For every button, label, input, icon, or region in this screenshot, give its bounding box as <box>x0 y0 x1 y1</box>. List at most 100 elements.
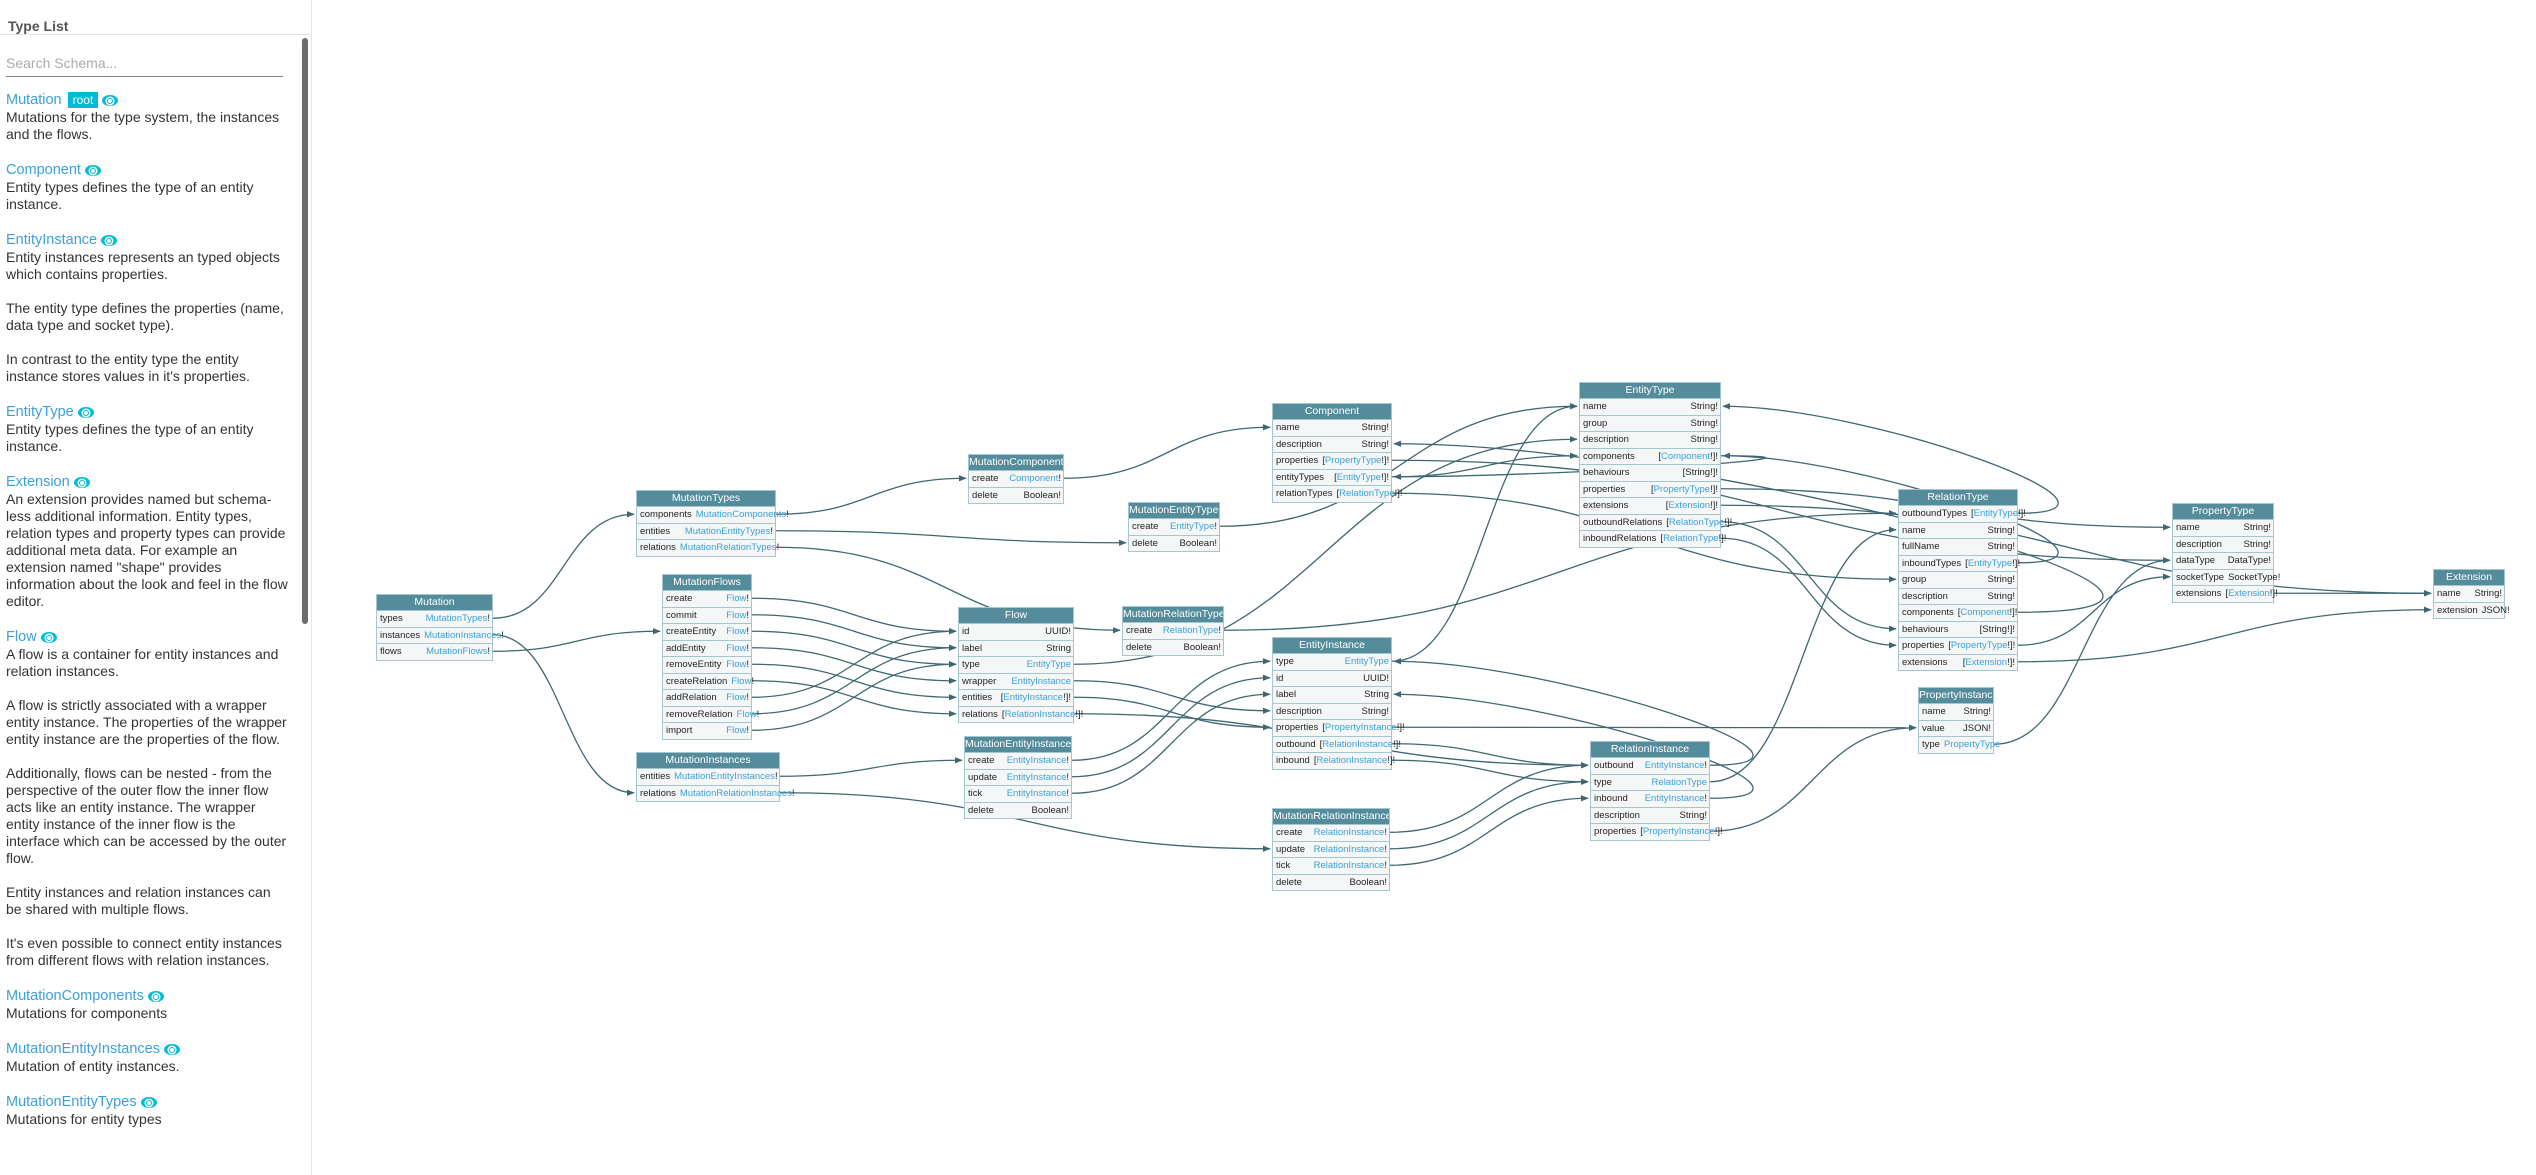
node-title[interactable]: Component <box>1273 404 1391 419</box>
node-field[interactable]: components MutationComponents! <box>637 506 789 523</box>
node-field[interactable]: entityTypes [EntityType!]! <box>1273 468 1391 486</box>
eye-icon[interactable] <box>40 631 57 643</box>
type-link[interactable]: RelationInstance <box>1005 709 1076 720</box>
node-field[interactable]: components [Component!]! <box>1580 447 1720 465</box>
node-field[interactable]: update EntityInstance! <box>965 768 1071 786</box>
node-field[interactable]: create Flow! <box>663 590 751 607</box>
type-node-mutation-entity-instances[interactable]: MutationEntityInstances create EntityInsta… <box>964 736 1072 819</box>
node-field[interactable]: name String! <box>2173 519 2273 536</box>
node-field[interactable]: relationTypes [RelationType!]! <box>1273 485 1403 502</box>
node-field[interactable]: value JSON! <box>1919 719 1993 737</box>
node-field[interactable]: relations MutationRelationTypes! <box>637 539 779 556</box>
type-node-property-instance[interactable]: PropertyInstance name String! value JSON! typ… <box>1918 687 2000 754</box>
node-field[interactable]: addEntity Flow! <box>663 639 751 657</box>
type-link[interactable]: MutationEntityTypes <box>6 1094 137 1110</box>
type-node-mutation-components[interactable]: MutationComponents create Component! delete… <box>968 454 1064 504</box>
node-field[interactable]: type RelationType <box>1591 773 1709 791</box>
node-field[interactable]: outbound [RelationInstance!]! <box>1273 735 1401 753</box>
node-title[interactable]: MutationComponents <box>969 455 1063 470</box>
node-field[interactable]: name String! <box>2434 585 2504 602</box>
type-node-entity-instance[interactable]: EntityInstance type EntityType id UUID! label… <box>1272 637 1405 770</box>
type-node-mutation-flows[interactable]: MutationFlows create Flow! commit Flow! creat… <box>662 574 759 740</box>
node-title[interactable]: EntityInstance <box>1273 638 1391 653</box>
node-title[interactable]: MutationRelationInstances <box>1273 809 1389 824</box>
node-field[interactable]: name String! <box>1580 398 1720 415</box>
node-field[interactable]: type EntityType <box>959 656 1073 673</box>
node-field[interactable]: inbound EntityInstance! <box>1591 790 1709 807</box>
type-node-relation-type[interactable]: RelationType outboundTypes [EntityType!]! n… <box>1898 489 2026 671</box>
type-node-mutation[interactable]: Mutation types MutationTypes! instances Muta… <box>376 594 504 661</box>
type-link[interactable]: MutationComponents <box>696 509 786 520</box>
node-field[interactable]: behaviours [String!]! <box>1580 464 1720 481</box>
node-field[interactable]: flows MutationFlows! <box>377 643 492 660</box>
type-link[interactable]: MutationEntityTypes <box>685 526 771 537</box>
node-field[interactable]: name String! <box>1273 419 1391 436</box>
type-link[interactable]: EntityType <box>1337 472 1381 483</box>
type-link[interactable]: EntityInstance <box>1003 692 1063 703</box>
type-link[interactable]: EntityInstance <box>6 232 97 248</box>
eye-icon[interactable] <box>73 476 90 488</box>
node-title[interactable]: MutationEntityTypes <box>1129 503 1219 518</box>
node-title[interactable]: EntityType <box>1580 383 1720 398</box>
node-field[interactable]: extension JSON! <box>2434 601 2510 619</box>
type-link[interactable]: Extension <box>1965 657 2007 668</box>
eye-icon[interactable] <box>84 164 101 176</box>
node-field[interactable]: description String! <box>1591 806 1709 824</box>
type-link[interactable]: EntityInstance <box>1645 760 1705 771</box>
type-link[interactable]: Mutation <box>6 92 62 108</box>
type-link[interactable]: Component <box>6 162 81 178</box>
search-schema-input[interactable] <box>6 50 283 77</box>
node-title[interactable]: RelationType <box>1899 490 2017 505</box>
type-node-entity-type[interactable]: EntityType name String! group String! descrip… <box>1579 382 1732 548</box>
node-field[interactable]: type EntityType <box>1273 653 1391 670</box>
node-field[interactable]: instances MutationInstances! <box>377 626 504 644</box>
node-field[interactable]: outboundRelations [RelationType!]! <box>1580 513 1732 531</box>
node-field[interactable]: properties [PropertyInstance!]! <box>1273 719 1405 736</box>
node-field[interactable]: name String! <box>1899 521 2017 539</box>
node-field[interactable]: types MutationTypes! <box>377 610 492 627</box>
type-node-flow[interactable]: Flow id UUID! label String type EntityType wrap… <box>958 607 1083 723</box>
type-link[interactable]: Flow <box>6 629 37 645</box>
node-field[interactable]: outboundTypes [EntityType!]! <box>1899 505 2026 522</box>
node-field[interactable]: inboundTypes [EntityType!]! <box>1899 554 2020 572</box>
type-link[interactable]: MutationComponents <box>6 988 144 1004</box>
eye-icon[interactable] <box>140 1096 157 1108</box>
node-field[interactable]: extensions [Extension!]! <box>1580 497 1720 514</box>
type-link[interactable]: EntityInstance <box>1011 676 1071 687</box>
node-field[interactable]: tick EntityInstance! <box>965 785 1071 802</box>
type-link[interactable]: Flow <box>731 676 751 687</box>
type-node-mutation-types[interactable]: MutationTypes components MutationComponent… <box>636 490 789 557</box>
node-title[interactable]: RelationInstance <box>1591 742 1709 757</box>
type-link[interactable]: PropertyType <box>1654 484 1711 495</box>
node-field[interactable]: extensions [Extension!]! <box>1899 653 2017 671</box>
type-link[interactable]: Flow <box>726 610 746 621</box>
type-link[interactable]: EntityInstance <box>1007 788 1067 799</box>
node-field[interactable]: create EntityType! <box>1129 518 1219 535</box>
type-node-mutation-relation-types[interactable]: MutationRelationTypes create RelationType!… <box>1122 606 1224 656</box>
node-field[interactable]: inboundRelations [RelationType!]! <box>1580 530 1726 547</box>
node-title[interactable]: PropertyType <box>2173 504 2273 519</box>
type-link[interactable]: RelationType <box>1669 517 1724 528</box>
node-field[interactable]: type PropertyType <box>1919 736 2000 753</box>
eye-icon[interactable] <box>101 234 118 246</box>
type-link[interactable]: Flow <box>737 709 757 720</box>
node-field[interactable]: delete Boolean! <box>965 801 1071 819</box>
type-link[interactable]: Flow <box>726 593 746 604</box>
node-title[interactable]: MutationEntityInstances <box>965 737 1071 752</box>
type-link[interactable]: EntityType <box>1974 508 2018 519</box>
node-field[interactable]: description String! <box>1273 435 1391 453</box>
node-title[interactable]: MutationInstances <box>637 753 779 768</box>
node-field[interactable]: entities MutationEntityTypes! <box>637 522 775 540</box>
type-link[interactable]: Flow <box>726 692 746 703</box>
type-node-property-type[interactable]: PropertyType name String! description String… <box>2172 503 2280 603</box>
type-link[interactable]: MutationEntityInstances <box>6 1041 160 1057</box>
type-link[interactable]: MutationEntityInstances <box>674 771 775 782</box>
eye-icon[interactable] <box>147 990 164 1002</box>
node-title[interactable]: Flow <box>959 608 1073 623</box>
type-link[interactable]: EntityType <box>1968 558 2012 569</box>
node-field[interactable]: wrapper EntityInstance <box>959 672 1073 690</box>
node-title[interactable]: MutationTypes <box>637 491 775 506</box>
type-link[interactable]: EntityInstance <box>1645 793 1705 804</box>
type-link[interactable]: EntityInstance <box>1007 772 1067 783</box>
node-field[interactable]: socketType SocketType! <box>2173 568 2280 586</box>
